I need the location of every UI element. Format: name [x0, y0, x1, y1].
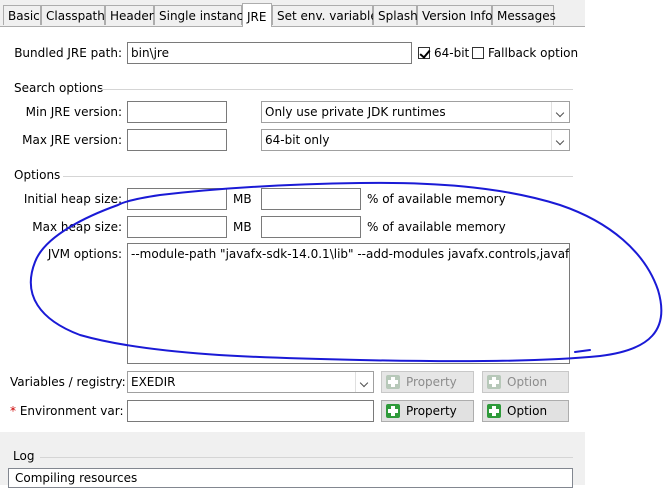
log-text: Compiling resources — [15, 471, 138, 485]
architecture-select-value: 64-bit only — [265, 133, 330, 147]
add-property-button-disabled[interactable]: Property — [381, 371, 474, 393]
environment-var-label-text: Environment var: — [19, 404, 124, 418]
add-option-label: Option — [507, 404, 548, 418]
initial-heap-size-input[interactable] — [127, 188, 227, 210]
chevron-down-icon[interactable] — [551, 130, 569, 150]
options-separator — [63, 176, 573, 177]
64-bit-label: 64-bit — [434, 46, 470, 60]
search-options-separator — [100, 89, 573, 90]
max-jre-version-input[interactable] — [127, 129, 227, 151]
plus-icon — [386, 375, 400, 389]
fallback-option-label: Fallback option — [488, 46, 579, 60]
initial-heap-percent-input[interactable] — [261, 188, 361, 210]
max-heap-size-input[interactable] — [127, 216, 227, 238]
tab-single-instance[interactable]: Single instance — [154, 5, 251, 25]
64-bit-checkbox[interactable] — [418, 47, 430, 59]
tab-jre[interactable]: JRE — [242, 3, 272, 27]
log-title: Log — [13, 449, 35, 463]
tab-messages[interactable]: Messages — [492, 5, 556, 25]
tab-set-env-variables[interactable]: Set env. variables — [272, 5, 384, 25]
plus-icon — [386, 404, 400, 418]
tab-version-info[interactable]: Version Info — [417, 5, 493, 25]
add-property-button-label: Property — [406, 375, 457, 389]
min-jre-version-input[interactable] — [127, 101, 227, 123]
chevron-down-icon[interactable] — [355, 372, 373, 392]
background-area — [585, 0, 664, 485]
variables-registry-select[interactable]: EXEDIR — [127, 371, 374, 393]
max-heap-percent-label: % of available memory — [367, 220, 506, 234]
jvm-options-textarea[interactable]: --module-path "javafx-sdk-14.0.1\lib" --… — [127, 243, 570, 364]
log-output[interactable]: Compiling resources — [8, 468, 573, 488]
tab-classpath[interactable]: Classpath — [41, 5, 105, 25]
plus-icon — [487, 375, 501, 389]
min-jre-version-label: Min JRE version: — [25, 105, 122, 119]
initial-heap-percent-label: % of available memory — [367, 192, 506, 206]
tab-basic[interactable]: Basic — [3, 5, 41, 25]
log-separator — [40, 457, 573, 458]
search-options-title: Search options — [14, 81, 104, 95]
tab-header[interactable]: Header — [105, 5, 154, 25]
runtime-select[interactable]: Only use private JDK runtimes — [261, 101, 570, 123]
tab-splash[interactable]: Splash — [373, 5, 418, 25]
add-property-label: Property — [406, 404, 457, 418]
bundled-jre-path-label: Bundled JRE path: — [14, 46, 122, 60]
jvm-options-label: JVM options: — [47, 247, 122, 261]
runtime-select-value: Only use private JDK runtimes — [265, 105, 446, 119]
add-option-button-label: Option — [507, 375, 548, 389]
max-jre-version-label: Max JRE version: — [22, 133, 122, 147]
variables-registry-value: EXEDIR — [131, 375, 176, 389]
environment-var-input[interactable] — [127, 400, 374, 422]
fallback-option-checkbox[interactable] — [472, 47, 484, 59]
add-option-button[interactable]: Option — [482, 400, 569, 422]
initial-heap-mb-label: MB — [233, 192, 252, 206]
add-option-button-disabled[interactable]: Option — [482, 371, 569, 393]
bundled-jre-path-input[interactable]: bin\jre — [127, 42, 412, 64]
chevron-down-icon[interactable] — [551, 102, 569, 122]
max-heap-size-label: Max heap size: — [32, 220, 122, 234]
max-heap-mb-label: MB — [233, 220, 252, 234]
max-heap-percent-input[interactable] — [261, 216, 361, 238]
variables-registry-label: Variables / registry: — [10, 375, 126, 389]
architecture-select[interactable]: 64-bit only — [261, 129, 570, 151]
plus-icon — [487, 404, 501, 418]
initial-heap-size-label: Initial heap size: — [23, 192, 122, 206]
required-asterisk: * — [10, 404, 16, 418]
environment-var-label: * Environment var: — [10, 404, 124, 418]
add-property-button[interactable]: Property — [381, 400, 474, 422]
options-title: Options — [14, 168, 61, 182]
